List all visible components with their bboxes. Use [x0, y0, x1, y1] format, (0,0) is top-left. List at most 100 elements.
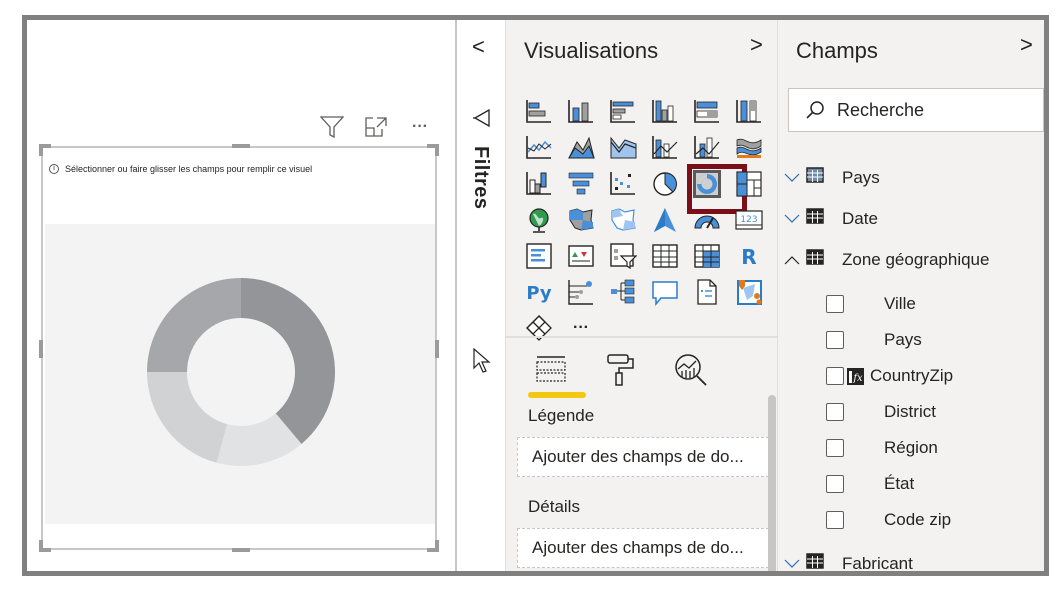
fields-title: Champs: [796, 38, 878, 63]
resize-handle-left[interactable]: [39, 340, 43, 358]
expand-fields-button[interactable]: >: [1020, 32, 1033, 58]
slicer-icon[interactable]: [602, 238, 644, 274]
field-table[interactable]: Date: [784, 207, 878, 230]
analytics-tab[interactable]: [668, 350, 714, 390]
field-column[interactable]: État: [826, 474, 914, 494]
filter-icon[interactable]: [319, 116, 345, 138]
stacked-bar-chart-icon[interactable]: [518, 94, 560, 130]
python-visual-icon[interactable]: Py: [518, 274, 560, 310]
field-checkbox[interactable]: [826, 403, 844, 421]
legend-well-dropzone[interactable]: Ajouter des champs de do...: [517, 437, 769, 477]
field-table[interactable]: Zone géographique: [784, 248, 989, 271]
field-checkbox[interactable]: [826, 331, 844, 349]
decomposition-tree-icon[interactable]: [602, 274, 644, 310]
chevron-up-icon[interactable]: [784, 252, 806, 268]
power-apps-icon[interactable]: [518, 310, 560, 346]
collapse-filters-button[interactable]: <: [472, 34, 485, 60]
filled-map-icon[interactable]: [560, 202, 602, 238]
field-column[interactable]: Pays: [826, 330, 922, 350]
clustered-bar-chart-icon[interactable]: [602, 94, 644, 130]
arcgis-map-icon[interactable]: [728, 274, 770, 310]
report-canvas[interactable]: ··· i Sélectionner ou faire glisser les …: [27, 20, 455, 571]
chevron-down-icon[interactable]: [784, 211, 806, 227]
line-chart-icon[interactable]: [518, 130, 560, 166]
field-column[interactable]: Région: [826, 438, 938, 458]
resize-handle-tl-v[interactable]: [39, 144, 43, 156]
table-icon: [806, 552, 824, 571]
resize-handle-right[interactable]: [435, 340, 439, 358]
more-options-icon[interactable]: ···: [407, 116, 433, 138]
resize-handle-top[interactable]: [232, 144, 250, 148]
treemap-icon[interactable]: [728, 166, 770, 202]
focus-mode-icon[interactable]: [363, 116, 389, 138]
active-tab-indicator: [528, 392, 586, 398]
stacked-column-chart-icon[interactable]: [560, 94, 602, 130]
chevron-down-icon[interactable]: [784, 170, 806, 186]
qa-visual-icon[interactable]: [644, 274, 686, 310]
visualisations-pane: Visualisations > 123 R Py ··· Légende Ajout…: [505, 20, 778, 571]
fields-search-input[interactable]: Recherche: [788, 88, 1044, 132]
donut-chart-icon[interactable]: [686, 164, 747, 214]
details-well-dropzone[interactable]: Ajouter des champs de do...: [517, 528, 769, 568]
chevron-down-icon[interactable]: [784, 556, 806, 572]
multi-row-card-icon[interactable]: [518, 238, 560, 274]
field-checkbox[interactable]: [826, 475, 844, 493]
pie-chart-icon[interactable]: [644, 166, 686, 202]
area-chart-icon[interactable]: [560, 130, 602, 166]
more-visuals-icon[interactable]: ···: [560, 310, 602, 346]
donut-visual[interactable]: i Sélectionner ou faire glisser les cham…: [39, 144, 439, 552]
waterfall-chart-icon[interactable]: [518, 166, 560, 202]
field-checkbox[interactable]: [826, 295, 844, 313]
field-column[interactable]: Ville: [826, 294, 916, 314]
column-name: CountryZip: [870, 366, 954, 385]
resize-handle-bl-v[interactable]: [39, 540, 43, 552]
resize-handle-tr-v[interactable]: [435, 144, 439, 156]
search-placeholder: Recherche: [837, 99, 925, 120]
stacked-area-chart-icon[interactable]: [602, 130, 644, 166]
azure-map-icon[interactable]: [644, 202, 686, 238]
line-and-clustered-column-chart-icon[interactable]: [686, 130, 728, 166]
field-checkbox[interactable]: [826, 439, 844, 457]
empty-visual-hint: i Sélectionner ou faire glisser les cham…: [49, 164, 312, 174]
svg-text:123: 123: [740, 215, 757, 225]
expand-visualisations-button[interactable]: >: [750, 32, 763, 58]
gauge-icon[interactable]: [686, 202, 728, 238]
funnel-chart-icon[interactable]: [560, 166, 602, 202]
kpi-icon[interactable]: [560, 238, 602, 274]
table-icon: [806, 166, 824, 189]
shape-map-icon[interactable]: [602, 202, 644, 238]
100-stacked-column-chart-icon[interactable]: [728, 94, 770, 130]
scatter-chart-icon[interactable]: [602, 166, 644, 202]
filters-pane[interactable]: < Filtres: [455, 20, 505, 571]
ribbon-chart-icon[interactable]: [728, 130, 770, 166]
powerbi-window: ··· i Sélectionner ou faire glisser les …: [22, 15, 1049, 576]
visual-header: ···: [319, 116, 433, 138]
line-and-stacked-column-chart-icon[interactable]: [644, 130, 686, 166]
card-icon[interactable]: 123: [728, 202, 770, 238]
table-name: Pays: [842, 167, 880, 187]
field-column[interactable]: fx CountryZip: [826, 366, 953, 386]
key-influencers-icon[interactable]: [560, 274, 602, 310]
clustered-column-chart-icon[interactable]: [644, 94, 686, 130]
field-checkbox[interactable]: [826, 367, 844, 385]
table-icon[interactable]: [644, 238, 686, 274]
map-icon[interactable]: [518, 202, 560, 238]
matrix-icon[interactable]: [686, 238, 728, 274]
field-column[interactable]: Code zip: [826, 510, 951, 530]
filters-label[interactable]: Filtres: [469, 146, 492, 210]
resize-handle-bottom[interactable]: [232, 548, 250, 552]
field-checkbox[interactable]: [826, 511, 844, 529]
field-table[interactable]: Fabricant: [784, 552, 913, 572]
field-column[interactable]: District: [826, 402, 936, 422]
resize-handle-br-v[interactable]: [435, 540, 439, 552]
smart-narrative-icon[interactable]: [686, 274, 728, 310]
column-name: District: [884, 402, 936, 421]
divider: [506, 336, 778, 338]
fields-tab[interactable]: [528, 350, 574, 390]
visualisations-scrollbar[interactable]: [768, 395, 776, 571]
table-icon: [806, 207, 824, 230]
100-stacked-bar-chart-icon[interactable]: [686, 94, 728, 130]
field-table[interactable]: Pays: [784, 166, 880, 189]
r-script-visual-icon[interactable]: R: [728, 238, 770, 274]
format-tab[interactable]: [598, 350, 644, 390]
